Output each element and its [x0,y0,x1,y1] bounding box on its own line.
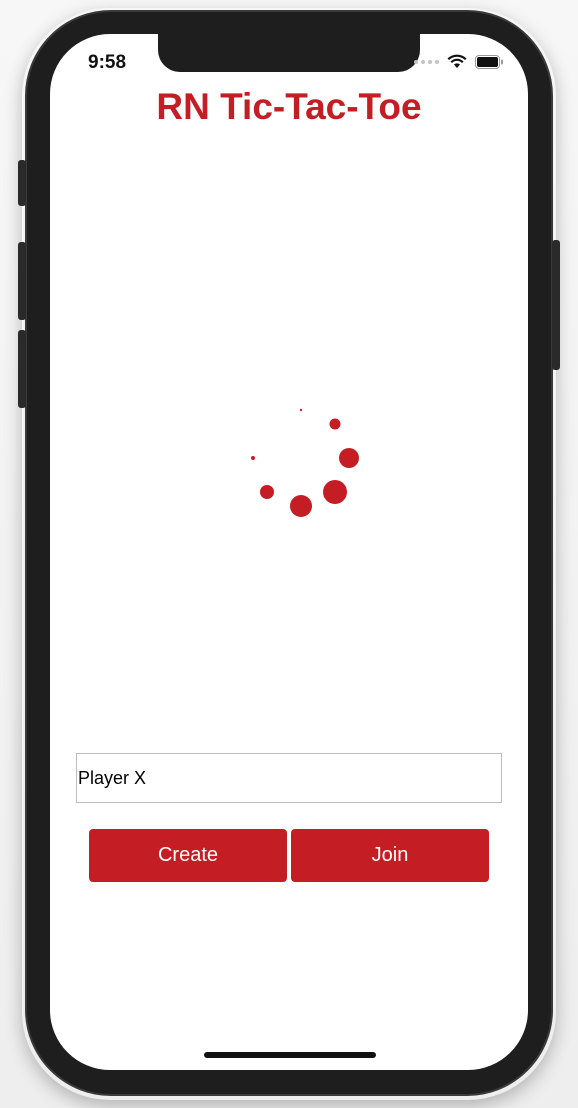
home-indicator[interactable] [204,1052,376,1058]
join-button[interactable]: Join [291,829,489,882]
mute-switch [18,160,26,206]
battery-icon [475,54,503,69]
create-button[interactable]: Create [89,829,287,882]
loading-spinner-icon [251,408,359,517]
power-button [552,240,560,370]
device-frame-stage: 9:58 RN Tic-Tac-Toe Player X Create Join [0,0,578,1108]
signal-icon [414,59,439,64]
app-screen: 9:58 RN Tic-Tac-Toe Player X Create Join [50,34,528,1070]
player-name-input[interactable] [76,753,502,803]
wifi-icon [447,54,467,68]
notch [158,34,420,72]
volume-up-button [18,242,26,320]
app-title: RN Tic-Tac-Toe [156,86,422,127]
status-icons [414,54,504,69]
status-time: 9:58 [88,52,127,73]
volume-down-button [18,330,26,408]
